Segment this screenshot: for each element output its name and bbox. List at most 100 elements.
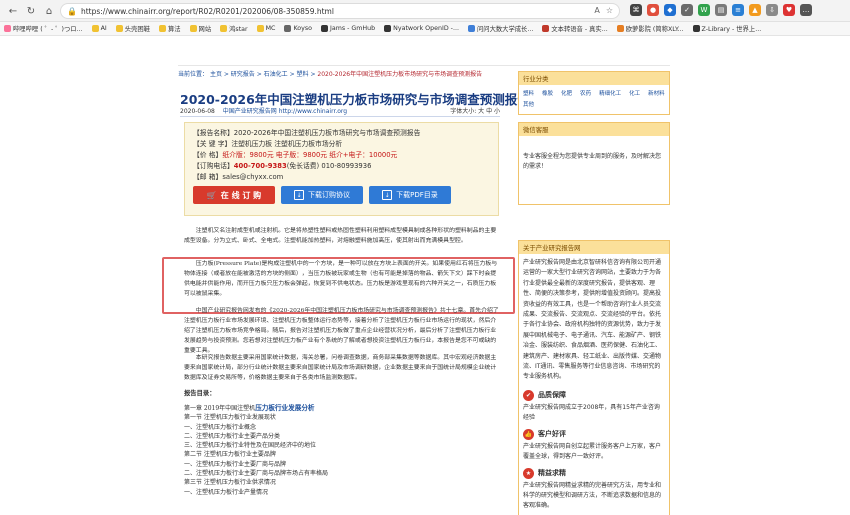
buy-online-label: 在 线 订 购 [220, 190, 262, 200]
bookmark-item[interactable]: 哔哩哔哩 ( ゜- ゜)つロ... [4, 24, 83, 33]
bookmark-label: Koyso [293, 25, 312, 32]
category-link[interactable]: 化工 [629, 89, 640, 97]
service-title: 微信客服 [519, 123, 669, 136]
bookmark-item[interactable]: 欧萝影院 (简称XLY... [616, 24, 684, 33]
bookmark-item[interactable]: 文本转语音 - 真实... [542, 24, 608, 33]
toc-chapter-prefix: 第一章 2019年中国注塑机 [184, 405, 256, 412]
reputation-text: 产业研究报告网自创立起累计服务客户上万家，客户覆盖全球，得到客户一致好评。 [523, 442, 662, 461]
reputation-heading: 👍 客户好评 [519, 426, 669, 440]
breadcrumb-home-link[interactable]: 主页 [210, 71, 222, 78]
breadcrumb-petrochem-link[interactable]: 石油化工 [264, 71, 288, 78]
bookmark-icon [91, 25, 99, 32]
category-link[interactable]: 橡胶 [542, 89, 553, 97]
extension-icon[interactable]: ♥ [783, 4, 795, 16]
category-link[interactable]: 精细化工 [599, 89, 621, 97]
breadcrumb-reports-link[interactable]: 研究报告 [231, 71, 255, 78]
toc-item[interactable]: 第一节 注塑机压力板行业发展现状 [184, 413, 502, 422]
download-pdf-label: 下载PDF目录 [396, 191, 438, 199]
bookmark-item[interactable]: 问问大数大学成长... [467, 24, 533, 33]
toc-item[interactable]: 二、注塑机压力板行业主要厂商与品牌市场占有率格局 [184, 469, 502, 478]
favorite-star-icon[interactable]: ☆ [606, 6, 613, 15]
data-source-paragraph: 本研究报告数据主要采用国家统计数据，海关总署，问卷调查数据，商务部采集数据等数据… [184, 355, 497, 381]
download-icon: ↓ [294, 190, 304, 200]
bookmark-item[interactable]: Jams - GmHub [321, 25, 375, 32]
price-value: 纸介版：9800元 电子版：9800元 纸介+电子：10000元 [222, 151, 398, 159]
extension-icon[interactable]: ▤ [715, 4, 727, 16]
bookmark-item[interactable]: AI [91, 25, 107, 32]
email-value: sales@chyxx.com [222, 173, 284, 181]
report-source-link[interactable]: 中国产业研究报告网 http://www.chinairr.org [223, 108, 347, 115]
bookmarks-bar: 哔哩哔哩 ( ゜- ゜)つロ... AI 头壳困鞋 算法 网站 鸿star MC Koyso J… [0, 22, 850, 36]
bookmark-icon [256, 25, 264, 32]
toc-item[interactable]: 第三节 注塑机压力板行业供求情况 [184, 478, 502, 487]
back-icon[interactable]: ← [4, 2, 22, 20]
bookmark-label: Jams - GmHub [330, 25, 376, 32]
category-title: 行业分类 [519, 72, 669, 85]
bookmark-icon [542, 25, 550, 32]
extension-icon[interactable]: ✓ [681, 4, 693, 16]
bookmark-icon [4, 25, 11, 32]
report-name-value: 2020-2026年中国注塑机压力板市场研究与市场调查预测报告 [233, 129, 421, 137]
toc-item[interactable]: 一、注塑机压力板行业主要厂商与品牌 [184, 460, 502, 469]
action-buttons: 🛒 在 线 订 购 ↓ 下载订购协议 ↓ 下载PDF目录 [193, 186, 451, 204]
bookmark-label: 网站 [198, 26, 212, 33]
extension-icon[interactable]: ▲ [749, 4, 761, 16]
report-info-box: 【报告名称】2020-2026年中国注塑机压力板市场研究与市场调查预测报告 【关… [184, 122, 499, 216]
bookmark-label: MC [265, 25, 276, 32]
extension-icon[interactable]: ⌘ [630, 4, 642, 16]
read-aloud-icon[interactable]: A [594, 6, 599, 15]
category-link[interactable]: 新材料 [648, 89, 665, 97]
bookmark-item[interactable]: Z-Library - 世界上... [692, 24, 761, 33]
toc-item[interactable]: 第二节 注塑机压力板行业主要品牌 [184, 450, 502, 459]
price-row: 【价 格】纸介版：9800元 电子版：9800元 纸介+电子：10000元 [193, 150, 490, 161]
bookmark-item[interactable]: 网站 [189, 24, 212, 33]
bookmark-item[interactable]: 头壳困鞋 [115, 24, 150, 33]
bookmark-item[interactable]: Nyatwork OpenID -... [384, 25, 459, 32]
reputation-title: 客户好评 [538, 430, 566, 439]
toc-chapter[interactable]: 第一章 2019年中国注塑机压力板行业发展分析 [184, 404, 502, 413]
category-link[interactable]: 农药 [580, 89, 591, 97]
bookmark-item[interactable]: MC [256, 25, 276, 32]
toc-item[interactable]: 一、注塑机压力板行业概念 [184, 423, 502, 432]
category-link[interactable]: 化肥 [561, 89, 572, 97]
bookmark-icon [616, 25, 624, 32]
breadcrumb-plastic-link[interactable]: 塑料 [297, 71, 309, 78]
home-icon[interactable]: ⌂ [40, 2, 58, 20]
bookmark-label: Nyatwork OpenID -... [393, 25, 459, 32]
category-link[interactable]: 塑料 [523, 89, 534, 97]
keyword-row: 【关 键 字】注塑机压力板 注塑机压力板市场分析 [193, 139, 490, 150]
extension-icon[interactable]: W [698, 4, 710, 16]
report-name-row: 【报告名称】2020-2026年中国注塑机压力板市场研究与市场调查预测报告 [193, 128, 490, 139]
keyword-value: 注塑机压力板 注塑机压力板市场分析 [231, 140, 343, 148]
report-name-label: 【报告名称】 [193, 129, 234, 137]
toc-item[interactable]: 一、注塑机压力板行业产量情况 [184, 488, 502, 497]
category-panel: 行业分类 塑料 橡胶 化肥 农药 精细化工 化工 新材料 其他 [518, 71, 670, 115]
bookmark-icon [321, 25, 328, 32]
font-size-switch[interactable]: 字体大小: 大 中 小 [450, 106, 500, 115]
reload-icon[interactable]: ↻ [22, 2, 40, 20]
report-meta: 2020-06-08 中国产业研究报告网 http://www.chinairr… [180, 106, 500, 115]
bookmark-icon [115, 25, 123, 32]
extension-icon[interactable]: ◆ [664, 4, 676, 16]
bookmark-item[interactable]: 鸿star [220, 24, 248, 33]
toc-item[interactable]: 二、注塑机压力板行业主要产品分类 [184, 432, 502, 441]
toc-item[interactable]: 三、注塑机压力板行业特性及在国民经济中的地位 [184, 441, 502, 450]
bookmark-label: 文本转语音 - 真实... [551, 26, 608, 33]
bookmark-item[interactable]: Koyso [284, 25, 312, 32]
phone-row: 【订购电话】400-700-9383(免长话费) 010-80993936 [193, 161, 490, 172]
category-link[interactable]: 其他 [523, 100, 534, 108]
bookmark-item[interactable]: 算法 [158, 24, 181, 33]
toc-chapter-highlight: 压力板行业发展分析 [255, 404, 315, 412]
bookmark-label: 欧萝影院 (简称XLY... [625, 26, 684, 33]
phone-landline: (免长话费) 010-80993936 [286, 162, 372, 170]
download-pdf-button[interactable]: ↓ 下载PDF目录 [369, 186, 451, 204]
more-icon[interactable]: … [800, 4, 812, 16]
bookmark-label: 鸿star [229, 26, 248, 33]
download-agreement-button[interactable]: ↓ 下载订购协议 [281, 186, 363, 204]
shield-icon: ✔ [523, 389, 534, 401]
buy-online-button[interactable]: 🛒 在 线 订 购 [193, 186, 275, 204]
extension-icon[interactable]: ● [647, 4, 659, 16]
extension-icon[interactable]: ⇩ [766, 4, 778, 16]
address-bar[interactable]: 🔒 https://www.chinairr.org/report/R02/R0… [60, 3, 620, 19]
extension-icon[interactable]: ≡ [732, 4, 744, 16]
